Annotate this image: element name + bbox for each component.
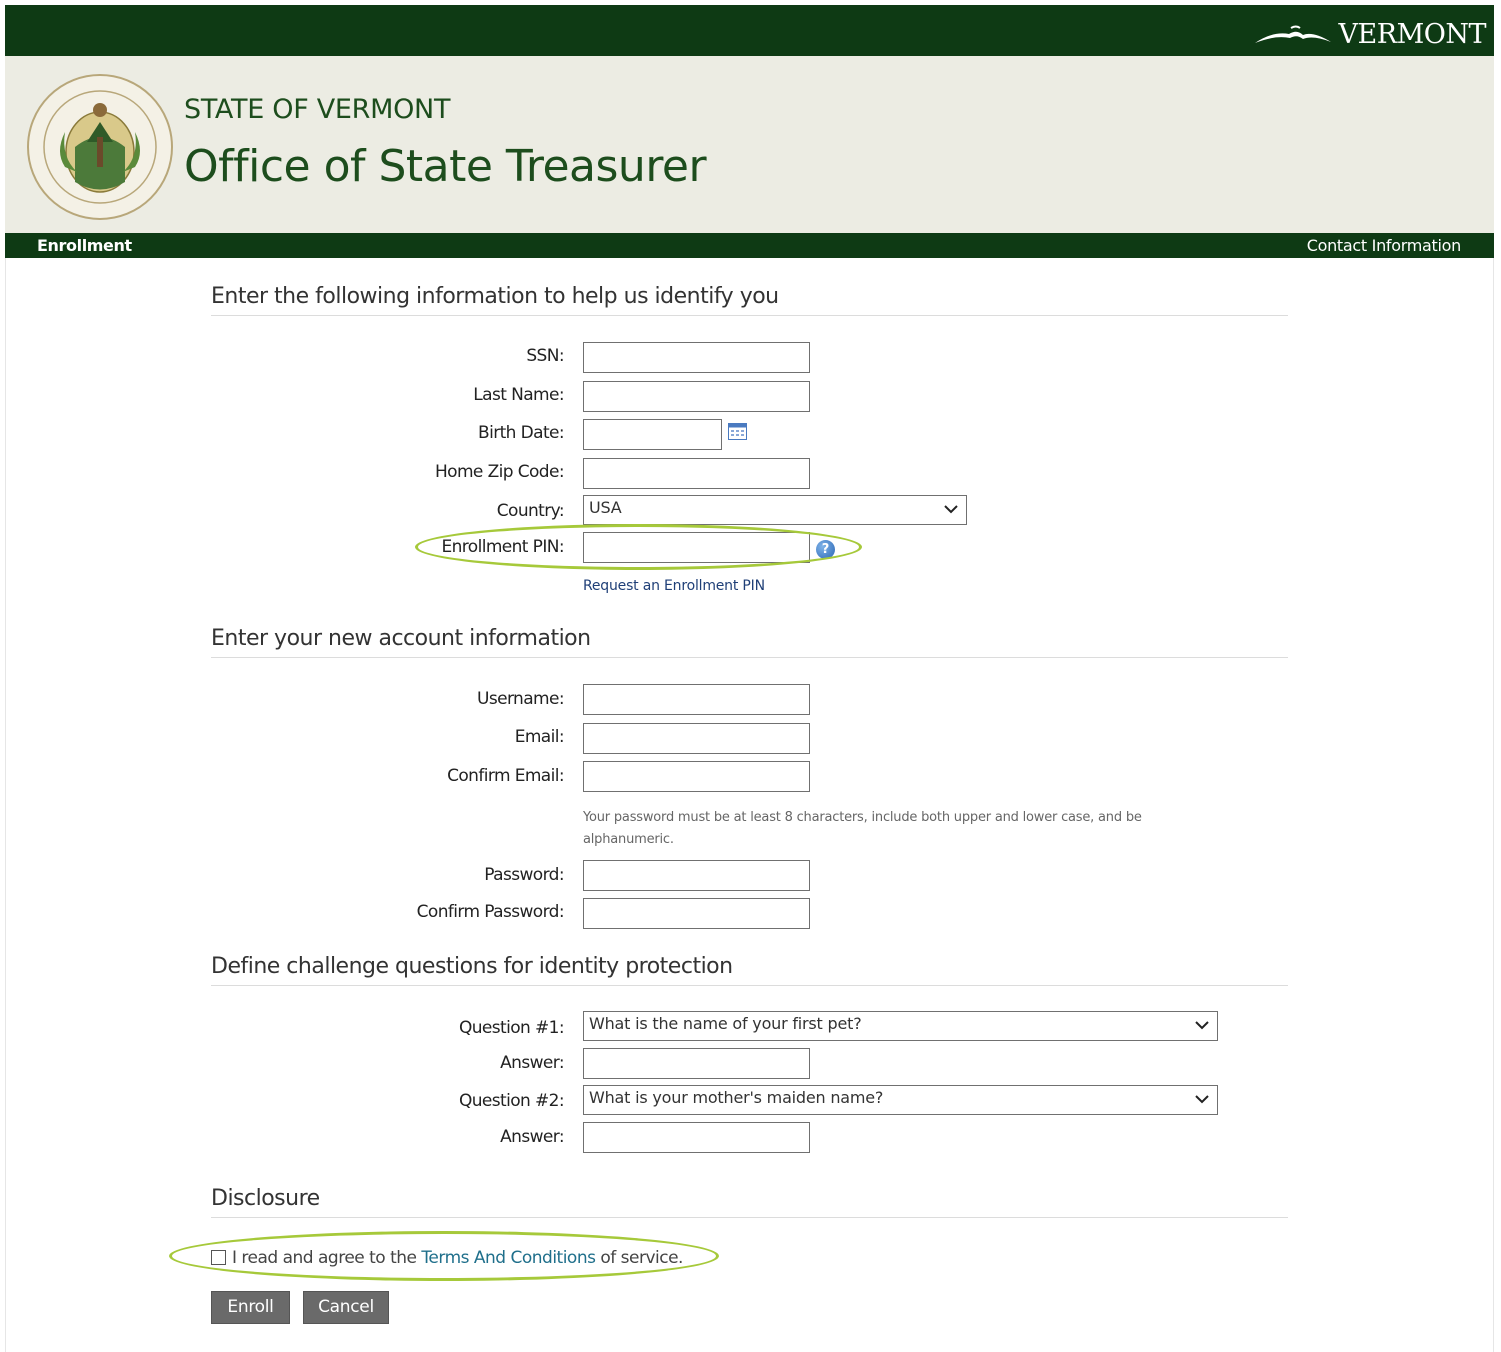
chevron-down-icon (1195, 1095, 1209, 1104)
home-zip-input[interactable] (583, 458, 810, 489)
vermont-wordmark: VERMONT (1338, 19, 1487, 50)
confirm-password-input[interactable] (583, 898, 810, 929)
pin-highlight-ellipse (415, 524, 862, 570)
question1-select[interactable]: What is the name of your first pet? (583, 1011, 1218, 1041)
terms-highlight-ellipse (169, 1231, 719, 1281)
password-label: Password: (484, 865, 564, 885)
top-bar: VERMONT (5, 5, 1494, 56)
question2-label: Question #2: (458, 1091, 565, 1111)
ssn-input[interactable] (583, 342, 810, 373)
section-identify-title: Enter the following information to help … (211, 284, 1288, 316)
confirm-email-input[interactable] (583, 761, 810, 792)
birth-date-label: Birth Date: (478, 423, 565, 443)
confirm-password-label: Confirm Password: (416, 902, 565, 922)
office-title: Office of State Treasurer (184, 141, 707, 192)
username-label: Username: (477, 689, 565, 709)
question1-value: What is the name of your first pet? (589, 1014, 862, 1033)
chevron-down-icon (944, 505, 958, 514)
question2-select[interactable]: What is your mother's maiden name? (583, 1085, 1218, 1115)
section-account-title: Enter your new account information (211, 626, 1288, 658)
country-label: Country: (496, 501, 565, 521)
section-disclosure-title: Disclosure (211, 1186, 1288, 1218)
question1-label: Question #1: (458, 1018, 565, 1038)
password-hint: Your password must be at least 8 charact… (583, 810, 1142, 847)
email-label: Email: (514, 727, 565, 747)
last-name-label: Last Name: (473, 385, 564, 405)
home-zip-label: Home Zip Code: (434, 462, 565, 482)
username-input[interactable] (583, 684, 810, 715)
confirm-email-label: Confirm Email: (447, 766, 565, 786)
nav-contact-information[interactable]: Contact Information (1307, 236, 1462, 255)
state-title: STATE OF VERMONT (184, 94, 451, 125)
answer1-label: Answer: (500, 1053, 564, 1073)
header-banner: STATE OF VERMONT Office of State Treasur… (5, 56, 1494, 233)
cancel-button[interactable]: Cancel (303, 1291, 389, 1324)
ssn-label: SSN: (526, 346, 564, 366)
request-pin-link[interactable]: Request an Enrollment PIN (583, 578, 765, 594)
vermont-logo[interactable]: VERMONT (1253, 19, 1487, 50)
question2-value: What is your mother's maiden name? (589, 1088, 884, 1107)
last-name-input[interactable] (583, 381, 810, 412)
country-select[interactable]: USA (583, 495, 967, 525)
treasurer-seal-icon (25, 72, 175, 226)
answer2-input[interactable] (583, 1122, 810, 1153)
nav-bar: Enrollment Contact Information (5, 233, 1494, 258)
country-value: USA (589, 498, 622, 517)
mountain-icon (1254, 25, 1331, 43)
birth-date-input[interactable] (583, 419, 722, 450)
enroll-button[interactable]: Enroll (211, 1291, 290, 1324)
answer2-label: Answer: (500, 1127, 564, 1147)
email-input[interactable] (583, 723, 810, 754)
chevron-down-icon (1195, 1021, 1209, 1030)
password-input[interactable] (583, 860, 810, 891)
answer1-input[interactable] (583, 1048, 810, 1079)
section-challenge-title: Define challenge questions for identity … (211, 954, 1288, 986)
calendar-icon[interactable] (728, 422, 747, 444)
nav-enrollment[interactable]: Enrollment (37, 236, 132, 255)
